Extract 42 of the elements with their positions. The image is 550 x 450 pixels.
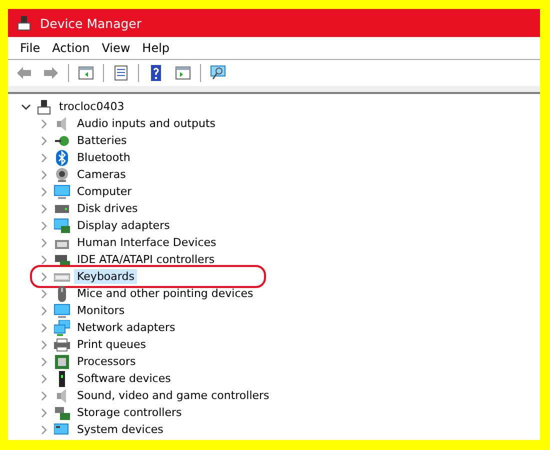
bluetooth-icon [54, 150, 70, 166]
webcam-icon [54, 166, 70, 182]
menu-item[interactable]: Action [46, 39, 96, 57]
tree-item[interactable]: Computer [74, 184, 135, 199]
tree-item[interactable]: Sound, video and game controllers [74, 388, 272, 403]
tree-item[interactable]: IDE ATA/ATAPI controllers [74, 252, 218, 267]
display-adapter-icon [54, 218, 70, 234]
tree-item[interactable]: Cameras [74, 167, 129, 182]
tree-item[interactable]: Monitors [74, 303, 128, 318]
tree-item[interactable]: Storage controllers [74, 405, 185, 420]
computer-icon [16, 15, 32, 31]
tree-item[interactable]: Human Interface Devices [74, 235, 220, 250]
monitor-search-icon[interactable] [210, 65, 226, 81]
printer-icon [54, 336, 70, 352]
tree-item[interactable]: Display adapters [74, 218, 173, 233]
system-icon [54, 422, 70, 438]
tree-item[interactable]: Audio inputs and outputs [74, 116, 218, 131]
storage-controller-icon [54, 404, 70, 420]
pane-icon[interactable] [78, 65, 94, 81]
tree-item[interactable]: Processors [74, 354, 139, 369]
tree-item[interactable]: System devices [74, 422, 166, 437]
tree-item[interactable]: Mice and other pointing devices [74, 286, 256, 301]
menu-item[interactable]: Help [136, 39, 176, 57]
menu-item[interactable]: View [96, 39, 136, 57]
tree-item[interactable]: Bluetooth [74, 150, 134, 165]
tree-item[interactable]: Batteries [74, 133, 130, 148]
tree-item[interactable]: Keyboards [74, 269, 138, 284]
help-icon[interactable] [148, 65, 164, 81]
tree-item[interactable]: Disk drives [74, 201, 141, 216]
monitor-icon [54, 302, 70, 318]
tree-item[interactable]: trocloc0403 [56, 99, 128, 114]
computer-icon [36, 98, 52, 114]
tree-item[interactable]: Network adapters [74, 320, 178, 335]
network-icon [54, 320, 70, 336]
monitor-icon [54, 184, 70, 200]
chip-icon [54, 354, 70, 370]
menu-item[interactable]: File [14, 39, 46, 57]
tree-item[interactable]: Software devices [74, 371, 174, 386]
properties-icon[interactable] [113, 65, 129, 81]
tree-item[interactable]: Print queues [74, 337, 149, 352]
window-title: Device Manager [40, 16, 142, 30]
run-pane-icon[interactable] [175, 65, 191, 81]
